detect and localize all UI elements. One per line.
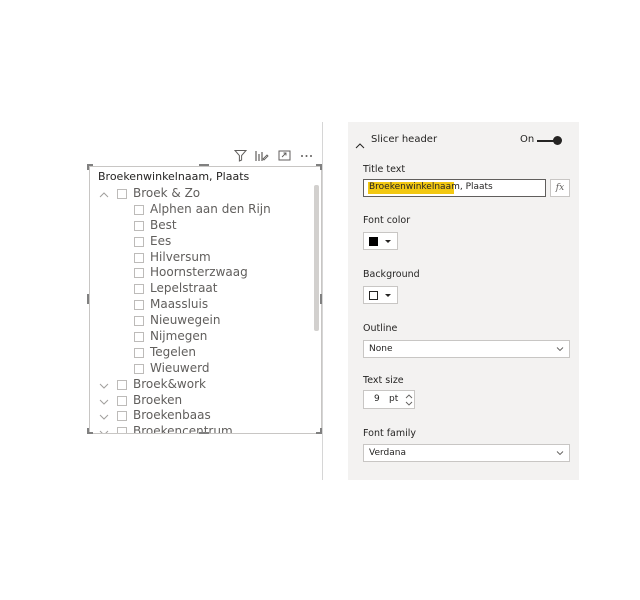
slicer-child-item[interactable]: Nijmegen — [90, 329, 311, 345]
slicer-child-item[interactable]: Wieuwerd — [90, 361, 311, 377]
more-options-icon[interactable] — [298, 147, 314, 163]
background-color-picker[interactable] — [363, 286, 398, 304]
hierarchy-slicer[interactable]: Broekenwinkelnaam, Plaats Broek & Zo Alph… — [89, 166, 322, 434]
slicer-item-checkbox[interactable] — [134, 347, 144, 358]
slicer-item-label: Alphen aan den Rijn — [150, 201, 271, 216]
title-text-input[interactable]: Broekenwinkelnaam, Plaats — [363, 179, 546, 197]
background-label: Background — [363, 269, 420, 280]
slicer-header-toggle[interactable] — [537, 136, 562, 145]
slicer-item-checkbox[interactable] — [134, 332, 144, 343]
slicer-item-label: Broeken — [133, 392, 183, 407]
caret-down-icon — [385, 240, 391, 243]
slicer-item-label: Maassluis — [150, 297, 209, 312]
slicer-parent-item[interactable]: Broeken — [90, 393, 311, 409]
slicer-item-label: Nijmegen — [150, 329, 208, 344]
slicer-parent-item[interactable]: Broek & Zo — [90, 186, 311, 202]
chevron-down-icon — [556, 345, 564, 355]
chevron-up-icon[interactable] — [99, 189, 109, 199]
slicer-title: Broekenwinkelnaam, Plaats — [98, 170, 250, 183]
slicer-item-label: Broek&work — [133, 376, 206, 391]
visual-header-toolbar — [232, 147, 314, 163]
resize-handle-top-middle[interactable] — [199, 164, 209, 166]
title-text-value: Broekenwinkelnaam, Plaats — [369, 182, 493, 192]
slicer-item-checkbox[interactable] — [134, 316, 144, 327]
toggle-label: On — [520, 134, 535, 145]
chevron-down-icon — [556, 449, 564, 459]
slicer-item-checkbox[interactable] — [117, 379, 127, 390]
slicer-item-label: Broekenbaas — [133, 408, 211, 423]
slicer-item-list: Broek & Zo Alphen aan den Rijn Best Ees Hilv… — [90, 186, 311, 433]
pane-divider — [322, 122, 323, 480]
slicer-item-checkbox[interactable] — [134, 252, 144, 263]
resize-handle-left-middle[interactable] — [87, 294, 89, 304]
font-family-value: Verdana — [369, 448, 406, 458]
slicer-parent-item[interactable]: Broekenbaas — [90, 408, 311, 424]
resize-handle-bottom-left-v[interactable] — [87, 428, 89, 434]
slicer-item-label: Ees — [150, 233, 172, 248]
slicer-item-label: Lepelstraat — [150, 281, 218, 296]
slicer-item-checkbox[interactable] — [134, 204, 144, 215]
outline-value: None — [369, 344, 393, 354]
slicer-child-item[interactable]: Alphen aan den Rijn — [90, 202, 311, 218]
slicer-item-checkbox[interactable] — [134, 220, 144, 231]
font-color-label: Font color — [363, 215, 411, 226]
slicer-item-checkbox[interactable] — [134, 363, 144, 374]
font-color-swatch — [369, 237, 378, 246]
slicer-parent-item[interactable]: Broek&work — [90, 377, 311, 393]
text-size-value: 9 — [374, 394, 380, 404]
conditional-format-button[interactable]: fx — [550, 179, 570, 197]
resize-handle-top-left-v[interactable] — [87, 164, 89, 170]
slicer-item-label: Hilversum — [150, 249, 211, 264]
title-text-label: Title text — [363, 164, 406, 175]
caret-down-icon — [385, 294, 391, 297]
slicer-item-checkbox[interactable] — [117, 189, 127, 199]
slicer-child-item[interactable]: Hilversum — [90, 250, 311, 266]
slicer-item-label: Broek & Zo — [133, 186, 201, 200]
outline-label: Outline — [363, 323, 398, 334]
chevron-down-icon[interactable] — [99, 396, 109, 406]
format-pane: Slicer header On Title text Broekenwinke… — [348, 122, 579, 480]
stepper-arrows-icon[interactable] — [405, 393, 413, 407]
slicer-item-checkbox[interactable] — [117, 427, 127, 433]
slicer-item-checkbox[interactable] — [134, 236, 144, 247]
slicer-child-item[interactable]: Nieuwegein — [90, 313, 311, 329]
slicer-item-label: Broekencentrum — [133, 424, 233, 433]
slicer-child-item[interactable]: Hoornsterzwaag — [90, 265, 311, 281]
section-title: Slicer header — [371, 134, 438, 145]
slicer-item-checkbox[interactable] — [134, 300, 144, 311]
slicer-child-item[interactable]: Ees — [90, 234, 311, 250]
slicer-item-checkbox[interactable] — [117, 395, 127, 406]
slicer-item-checkbox[interactable] — [134, 284, 144, 295]
expand-icon[interactable] — [276, 147, 292, 163]
outline-dropdown[interactable]: None — [363, 340, 570, 358]
slicer-item-label: Nieuwegein — [150, 313, 221, 328]
slicer-header-section[interactable]: Slicer header On — [348, 130, 579, 152]
slicer-child-item[interactable]: Lepelstraat — [90, 281, 311, 297]
slicer-item-checkbox[interactable] — [117, 411, 127, 422]
slicer-item-label: Best — [150, 217, 177, 232]
text-size-stepper[interactable]: 9 pt — [363, 390, 415, 409]
text-size-label: Text size — [363, 375, 404, 386]
background-color-swatch — [369, 291, 378, 300]
chevron-up-icon[interactable] — [355, 135, 365, 154]
chevron-down-icon[interactable] — [99, 411, 109, 421]
slicer-child-item[interactable]: Best — [90, 218, 311, 234]
chevron-down-icon[interactable] — [99, 427, 109, 433]
chevron-down-icon[interactable] — [99, 380, 109, 390]
slicer-scrollbar[interactable] — [314, 185, 319, 331]
slicer-item-label: Wieuwerd — [150, 360, 210, 375]
font-color-picker[interactable] — [363, 232, 398, 250]
filter-icon[interactable] — [232, 147, 248, 163]
slicer-item-label: Hoornsterzwaag — [150, 265, 248, 280]
focus-mode-icon[interactable] — [254, 147, 270, 163]
font-family-dropdown[interactable]: Verdana — [363, 444, 570, 462]
slicer-item-checkbox[interactable] — [134, 268, 144, 279]
slicer-child-item[interactable]: Tegelen — [90, 345, 311, 361]
toggle-knob — [553, 136, 562, 145]
slicer-item-label: Tegelen — [150, 344, 196, 359]
text-size-unit: pt — [389, 394, 399, 404]
font-family-label: Font family — [363, 428, 417, 439]
resize-handle-bottom-middle[interactable] — [199, 432, 209, 434]
slicer-child-item[interactable]: Maassluis — [90, 297, 311, 313]
